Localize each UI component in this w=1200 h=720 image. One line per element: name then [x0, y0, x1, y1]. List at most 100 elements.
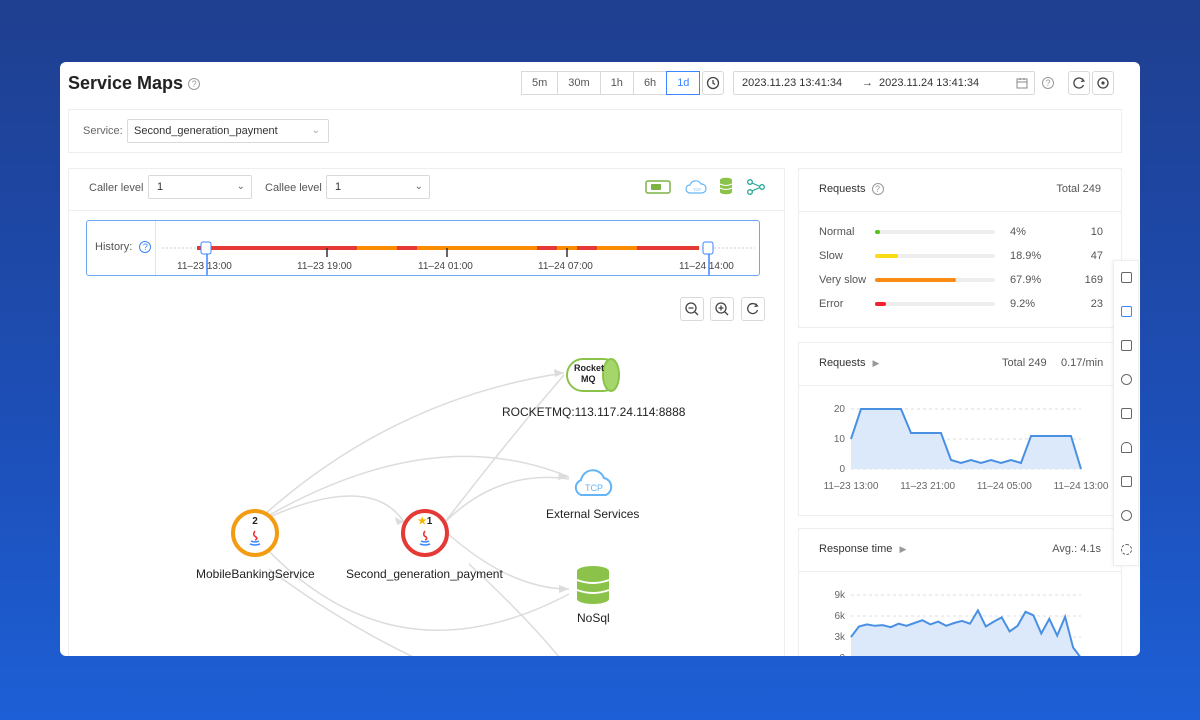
- stat-bar: [875, 254, 898, 258]
- service-map-panel: Caller level 1 ⌄ Callee level 1 ⌄ TCP Hi…: [68, 168, 785, 656]
- clock-icon: [706, 76, 720, 90]
- range-start: 2023.11.23 13:41:34: [742, 77, 843, 89]
- service-label: Service:: [83, 125, 123, 137]
- chevron-down-icon: ⌄: [311, 125, 320, 136]
- x-tick-label: 11–23 13:00: [824, 481, 879, 492]
- monitor-icon[interactable]: [1121, 306, 1132, 317]
- requests-area-chart: 20 10 0 11–23 13:00 11–23 21:00 11–24 05:00 11…: [824, 404, 1109, 492]
- service-filter-bar: Service: Second_generation_payment ⌄: [68, 109, 1122, 153]
- auto-refresh-button[interactable]: [1092, 71, 1114, 95]
- y-tick-label: 6k: [834, 611, 846, 622]
- page-title: Service Maps ?: [68, 73, 201, 94]
- stat-label: Slow: [819, 250, 843, 262]
- stat-bar: [875, 230, 880, 234]
- y-tick-label: 0: [839, 653, 845, 656]
- refresh-button[interactable]: [1068, 71, 1090, 95]
- alarm-icon[interactable]: [1121, 442, 1132, 453]
- x-tick-label: 11–23 21:00: [900, 481, 955, 492]
- page-title-text: Service Maps: [68, 73, 184, 93]
- requests-chart-card: Requests ▶ Total 249 0.17/min 20 10 0 11–23…: [798, 342, 1122, 516]
- payment-service-node[interactable]: ★1: [401, 509, 449, 557]
- stat-percent: 67.9%: [1010, 274, 1042, 286]
- node-label-nosql: NoSql: [577, 611, 610, 625]
- caret-right-icon: ▶: [899, 544, 907, 554]
- response-time-title[interactable]: Response time ▶: [819, 543, 906, 555]
- book-icon[interactable]: [1121, 340, 1132, 351]
- side-toolbar: [1113, 260, 1139, 566]
- x-tick-label: 11–24 13:00: [1054, 481, 1109, 492]
- range-1d-button[interactable]: 1d: [666, 71, 701, 95]
- response-time-card: Response time ▶ Avg.: 4.1s 9k 6k 3k 0: [798, 528, 1122, 656]
- refresh-icon: [1073, 77, 1086, 89]
- file-icon[interactable]: [1121, 476, 1132, 487]
- stat-bar: [875, 302, 887, 306]
- stat-count: 23: [1090, 298, 1103, 310]
- java-icon: [419, 530, 431, 546]
- range-end: 2023.11.24 13:41:34: [879, 77, 980, 89]
- requests-stats-title: Requests ?: [819, 183, 884, 196]
- node-label-rocketmq: ROCKETMQ:113.117.24.114:8888: [502, 405, 686, 419]
- area-fill: [851, 610, 1080, 656]
- response-time-area-chart: 9k 6k 3k 0: [834, 590, 1081, 656]
- tcp-icon-text: TCP: [585, 483, 603, 493]
- stat-label: Very slow: [819, 274, 867, 286]
- response-time-title-text: Response time: [819, 543, 893, 555]
- divider: [799, 385, 1121, 386]
- requests-stats-title-text: Requests: [819, 183, 866, 195]
- stat-percent: 18.9%: [1010, 250, 1042, 262]
- briefcase-icon[interactable]: [1121, 272, 1132, 283]
- range-6h-button[interactable]: 6h: [632, 71, 668, 95]
- requests-chart-title-text: Requests: [819, 357, 866, 369]
- node-label-mobile: MobileBankingService: [196, 567, 315, 581]
- node-label-payment: Second_generation_payment: [346, 567, 503, 581]
- node-count-value: 1: [426, 516, 433, 527]
- divider: [799, 571, 1121, 572]
- mobile-banking-node[interactable]: 2: [231, 509, 279, 557]
- range-arrow: →: [862, 77, 873, 89]
- stat-count: 169: [1084, 274, 1103, 286]
- nosql-node[interactable]: [575, 565, 611, 605]
- question-circle-icon[interactable]: ?: [871, 183, 884, 196]
- divider: [799, 211, 1121, 212]
- question-circle-icon[interactable]: ?: [188, 78, 201, 91]
- service-select-value: Second_generation_payment: [134, 125, 278, 137]
- history-clock-button[interactable]: [702, 71, 724, 95]
- rocketmq-icon-text: MQ: [581, 374, 596, 384]
- stat-label: Normal: [819, 226, 855, 238]
- requests-chart-rate: 0.17/min: [1061, 357, 1104, 369]
- range-30m-button[interactable]: 30m: [557, 71, 601, 95]
- x-tick-label: 11–24 05:00: [977, 481, 1032, 492]
- stat-label: Error: [819, 298, 844, 310]
- requests-stats-card: Requests ? Total 249 Normal 4% 10 Slow 18.9%…: [798, 168, 1122, 328]
- range-5m-button[interactable]: 5m: [521, 71, 559, 95]
- y-tick-label: 10: [834, 434, 846, 445]
- star-icon: ★: [417, 516, 427, 527]
- range-1h-button[interactable]: 1h: [599, 71, 634, 95]
- service-maps-card: Service Maps ? 5m 30m 1h 6h 1d 2023.11.2…: [60, 62, 1140, 656]
- requests-stats-total: Total 249: [1056, 183, 1101, 195]
- external-services-node[interactable]: [568, 465, 620, 499]
- requests-chart-total: Total 249: [1002, 357, 1047, 369]
- caret-right-icon: ▶: [872, 358, 880, 368]
- y-tick-label: 3k: [834, 632, 846, 643]
- settings-icon[interactable]: [1121, 544, 1132, 555]
- y-tick-label: 0: [839, 464, 845, 475]
- calendar-icon: [1016, 78, 1028, 89]
- list-icon[interactable]: [1121, 408, 1132, 419]
- stat-track: [875, 230, 995, 234]
- y-tick-label: 9k: [834, 590, 846, 601]
- node-count-badge: ★1: [405, 516, 445, 527]
- service-select[interactable]: Second_generation_payment ⌄: [127, 119, 329, 143]
- rocketmq-icon-text: Rocket: [574, 363, 605, 373]
- help-icon[interactable]: [1121, 510, 1132, 521]
- date-range-picker[interactable]: 2023.11.23 13:41:34 → 2023.11.24 13:41:3…: [733, 71, 1035, 95]
- help-icon[interactable]: ?: [1042, 77, 1054, 89]
- stat-percent: 9.2%: [1010, 298, 1036, 310]
- response-time-avg: Avg.: 4.1s: [1052, 543, 1101, 555]
- y-tick-label: 20: [834, 404, 846, 415]
- requests-chart-title[interactable]: Requests ▶: [819, 357, 879, 369]
- chrome-icon[interactable]: [1121, 374, 1132, 385]
- time-range-buttons: 5m 30m 1h 6h 1d: [521, 71, 701, 95]
- java-icon: [249, 530, 261, 546]
- stat-bar: [875, 278, 957, 282]
